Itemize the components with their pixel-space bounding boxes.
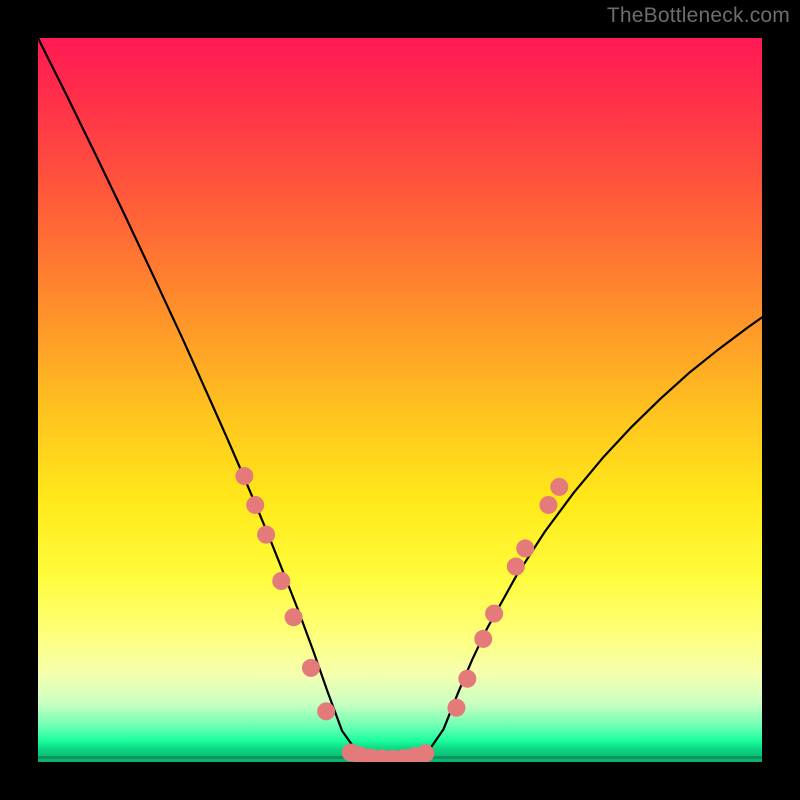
chart-stage: TheBottleneck.com	[0, 0, 800, 800]
curve-marker	[447, 699, 465, 717]
curve-marker	[474, 630, 492, 648]
curve-marker	[302, 659, 320, 677]
bottleneck-curve	[38, 38, 762, 759]
curve-marker	[539, 496, 557, 514]
curve-marker	[485, 605, 503, 623]
curve-marker	[235, 467, 253, 485]
curve-marker	[516, 539, 534, 557]
curve-marker	[272, 572, 290, 590]
curve-marker	[550, 478, 568, 496]
curve-marker	[507, 558, 525, 576]
curve-marker	[416, 744, 434, 762]
curve-marker	[257, 526, 275, 544]
bottleneck-curve-path	[38, 38, 762, 759]
curve-marker	[246, 496, 264, 514]
chart-svg	[38, 38, 762, 762]
curve-markers	[235, 467, 568, 762]
curve-marker	[285, 608, 303, 626]
watermark-text: TheBottleneck.com	[607, 4, 790, 28]
plot-area	[38, 38, 762, 762]
curve-marker	[458, 670, 476, 688]
curve-marker	[317, 702, 335, 720]
